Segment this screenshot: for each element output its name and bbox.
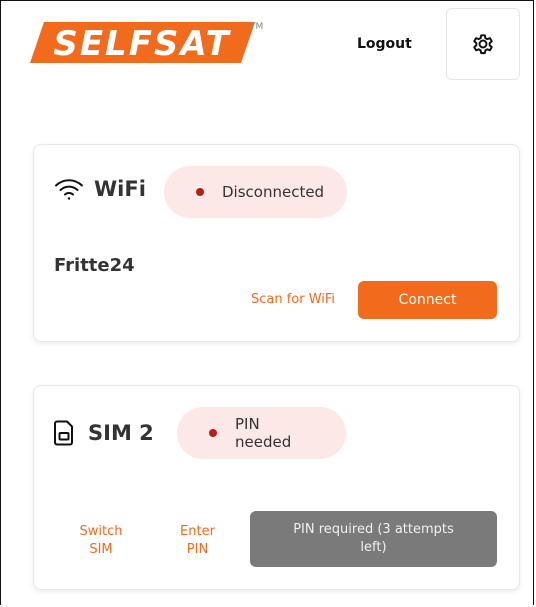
trademark-mark: TM: [250, 22, 264, 32]
logout-button[interactable]: Logout: [357, 36, 412, 52]
settings-button[interactable]: [446, 8, 520, 80]
wifi-card: WiFi Disconnected Fritte24 Scan for WiFi…: [33, 144, 520, 342]
gear-icon: [473, 34, 493, 55]
wifi-title-row: WiFi: [54, 177, 146, 201]
sim-card-icon: [54, 420, 73, 446]
status-dot-icon: [209, 429, 217, 437]
status-dot-icon: [196, 188, 204, 196]
wifi-status-text: Disconnected: [222, 183, 325, 201]
wifi-icon: [55, 179, 83, 200]
switch-sim-button[interactable]: Switch SIM: [72, 523, 130, 559]
connect-button[interactable]: Connect: [358, 281, 497, 319]
enter-pin-button[interactable]: Enter PIN: [170, 523, 225, 559]
sim-status-text: PIN needed: [235, 415, 292, 451]
wifi-network-name: Fritte24: [54, 255, 135, 276]
sim-title-row: SIM 2: [54, 420, 154, 446]
pin-required-button: PIN required (3 attempts left): [250, 511, 497, 567]
logo-text: SELFSAT: [53, 24, 231, 64]
scan-wifi-button[interactable]: Scan for WiFi: [250, 291, 336, 309]
wifi-status-badge: Disconnected: [164, 166, 347, 218]
sim-status-badge: PIN needed: [177, 407, 346, 459]
wifi-title: WiFi: [94, 177, 146, 201]
selfsat-logo: SELFSAT: [30, 22, 255, 64]
sim-title: SIM 2: [88, 421, 154, 445]
sim-card: SIM 2 PIN needed Switch SIM Enter PIN PI…: [33, 385, 520, 590]
